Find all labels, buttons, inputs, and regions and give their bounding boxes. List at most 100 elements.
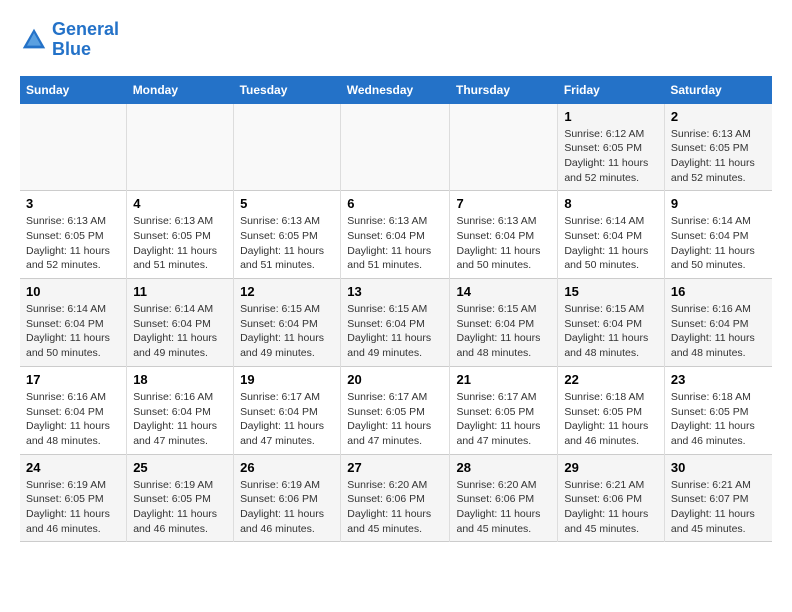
weekday-header: Tuesday — [234, 76, 341, 104]
calendar-day-cell: 18 Sunrise: 6:16 AM Sunset: 6:04 PM Dayli… — [127, 366, 234, 454]
day-info: Sunrise: 6:18 AM Sunset: 6:05 PM Dayligh… — [671, 390, 766, 449]
calendar-day-cell — [127, 104, 234, 191]
day-info: Sunrise: 6:16 AM Sunset: 6:04 PM Dayligh… — [26, 390, 120, 449]
day-info: Sunrise: 6:14 AM Sunset: 6:04 PM Dayligh… — [26, 302, 120, 361]
calendar-day-cell: 22 Sunrise: 6:18 AM Sunset: 6:05 PM Dayli… — [558, 366, 665, 454]
day-number: 16 — [671, 284, 766, 299]
calendar-week-row: 1 Sunrise: 6:12 AM Sunset: 6:05 PM Daylig… — [20, 104, 772, 191]
day-number: 24 — [26, 460, 120, 475]
day-number: 22 — [564, 372, 658, 387]
weekday-header: Monday — [127, 76, 234, 104]
day-number: 1 — [564, 109, 658, 124]
calendar-week-row: 17 Sunrise: 6:16 AM Sunset: 6:04 PM Dayli… — [20, 366, 772, 454]
calendar-day-cell: 7 Sunrise: 6:13 AM Sunset: 6:04 PM Daylig… — [450, 191, 558, 279]
calendar-day-cell — [234, 104, 341, 191]
day-info: Sunrise: 6:17 AM Sunset: 6:05 PM Dayligh… — [456, 390, 551, 449]
calendar-day-cell: 25 Sunrise: 6:19 AM Sunset: 6:05 PM Dayli… — [127, 454, 234, 542]
calendar-day-cell: 29 Sunrise: 6:21 AM Sunset: 6:06 PM Dayli… — [558, 454, 665, 542]
calendar-day-cell: 26 Sunrise: 6:19 AM Sunset: 6:06 PM Dayli… — [234, 454, 341, 542]
calendar-day-cell: 12 Sunrise: 6:15 AM Sunset: 6:04 PM Dayli… — [234, 279, 341, 367]
day-number: 25 — [133, 460, 227, 475]
weekday-header: Thursday — [450, 76, 558, 104]
calendar-day-cell — [450, 104, 558, 191]
day-number: 13 — [347, 284, 443, 299]
calendar-day-cell: 28 Sunrise: 6:20 AM Sunset: 6:06 PM Dayli… — [450, 454, 558, 542]
calendar-day-cell: 10 Sunrise: 6:14 AM Sunset: 6:04 PM Dayli… — [20, 279, 127, 367]
day-info: Sunrise: 6:15 AM Sunset: 6:04 PM Dayligh… — [347, 302, 443, 361]
calendar-day-cell: 1 Sunrise: 6:12 AM Sunset: 6:05 PM Daylig… — [558, 104, 665, 191]
day-number: 7 — [456, 196, 551, 211]
calendar-day-cell: 23 Sunrise: 6:18 AM Sunset: 6:05 PM Dayli… — [664, 366, 772, 454]
day-number: 17 — [26, 372, 120, 387]
day-number: 18 — [133, 372, 227, 387]
day-info: Sunrise: 6:19 AM Sunset: 6:05 PM Dayligh… — [133, 478, 227, 537]
day-info: Sunrise: 6:17 AM Sunset: 6:04 PM Dayligh… — [240, 390, 334, 449]
day-info: Sunrise: 6:16 AM Sunset: 6:04 PM Dayligh… — [133, 390, 227, 449]
calendar-week-row: 3 Sunrise: 6:13 AM Sunset: 6:05 PM Daylig… — [20, 191, 772, 279]
page-header: General Blue — [20, 20, 772, 60]
day-number: 4 — [133, 196, 227, 211]
calendar-day-cell: 15Sunrise: 6:15 AM Sunset: 6:04 PM Dayli… — [558, 279, 665, 367]
weekday-header-row: SundayMondayTuesdayWednesdayThursdayFrid… — [20, 76, 772, 104]
day-number: 26 — [240, 460, 334, 475]
calendar-day-cell — [341, 104, 450, 191]
day-number: 11 — [133, 284, 227, 299]
day-number: 23 — [671, 372, 766, 387]
day-info: Sunrise: 6:13 AM Sunset: 6:04 PM Dayligh… — [347, 214, 443, 273]
day-number: 10 — [26, 284, 120, 299]
calendar-week-row: 10 Sunrise: 6:14 AM Sunset: 6:04 PM Dayli… — [20, 279, 772, 367]
day-info: Sunrise: 6:13 AM Sunset: 6:05 PM Dayligh… — [240, 214, 334, 273]
calendar-day-cell: 16 Sunrise: 6:16 AM Sunset: 6:04 PM Dayli… — [664, 279, 772, 367]
day-info: Sunrise: 6:13 AM Sunset: 6:05 PM Dayligh… — [671, 127, 766, 186]
calendar-day-cell: 14 Sunrise: 6:15 AM Sunset: 6:04 PM Dayli… — [450, 279, 558, 367]
day-number: 20 — [347, 372, 443, 387]
day-info: Sunrise: 6:13 AM Sunset: 6:05 PM Dayligh… — [26, 214, 120, 273]
weekday-header: Wednesday — [341, 76, 450, 104]
calendar-day-cell: 19 Sunrise: 6:17 AM Sunset: 6:04 PM Dayli… — [234, 366, 341, 454]
calendar-day-cell: 27 Sunrise: 6:20 AM Sunset: 6:06 PM Dayli… — [341, 454, 450, 542]
calendar-day-cell: 9 Sunrise: 6:14 AM Sunset: 6:04 PM Daylig… — [664, 191, 772, 279]
day-number: 3 — [26, 196, 120, 211]
day-number: 8 — [564, 196, 658, 211]
day-info: Sunrise: 6:13 AM Sunset: 6:04 PM Dayligh… — [456, 214, 551, 273]
calendar-day-cell: 5 Sunrise: 6:13 AM Sunset: 6:05 PM Daylig… — [234, 191, 341, 279]
day-info: Sunrise: 6:18 AM Sunset: 6:05 PM Dayligh… — [564, 390, 658, 449]
calendar-day-cell: 6 Sunrise: 6:13 AM Sunset: 6:04 PM Daylig… — [341, 191, 450, 279]
day-number: 19 — [240, 372, 334, 387]
day-info: Sunrise: 6:19 AM Sunset: 6:05 PM Dayligh… — [26, 478, 120, 537]
day-info: Sunrise: 6:16 AM Sunset: 6:04 PM Dayligh… — [671, 302, 766, 361]
day-info: Sunrise: 6:14 AM Sunset: 6:04 PM Dayligh… — [671, 214, 766, 273]
day-number: 27 — [347, 460, 443, 475]
day-info: Sunrise: 6:12 AM Sunset: 6:05 PM Dayligh… — [564, 127, 658, 186]
calendar-day-cell: 4 Sunrise: 6:13 AM Sunset: 6:05 PM Daylig… — [127, 191, 234, 279]
day-info: Sunrise: 6:14 AM Sunset: 6:04 PM Dayligh… — [564, 214, 658, 273]
day-number: 9 — [671, 196, 766, 211]
day-number: 2 — [671, 109, 766, 124]
day-info: Sunrise: 6:14 AM Sunset: 6:04 PM Dayligh… — [133, 302, 227, 361]
day-number: 29 — [564, 460, 658, 475]
day-number: 5 — [240, 196, 334, 211]
day-info: Sunrise: 6:20 AM Sunset: 6:06 PM Dayligh… — [456, 478, 551, 537]
calendar-day-cell: 2 Sunrise: 6:13 AM Sunset: 6:05 PM Daylig… — [664, 104, 772, 191]
day-info: Sunrise: 6:13 AM Sunset: 6:05 PM Dayligh… — [133, 214, 227, 273]
day-number: 14 — [456, 284, 551, 299]
calendar-week-row: 24 Sunrise: 6:19 AM Sunset: 6:05 PM Dayli… — [20, 454, 772, 542]
day-info: Sunrise: 6:20 AM Sunset: 6:06 PM Dayligh… — [347, 478, 443, 537]
calendar-day-cell: 17 Sunrise: 6:16 AM Sunset: 6:04 PM Dayli… — [20, 366, 127, 454]
calendar-day-cell: 21Sunrise: 6:17 AM Sunset: 6:05 PM Dayli… — [450, 366, 558, 454]
day-info: Sunrise: 6:19 AM Sunset: 6:06 PM Dayligh… — [240, 478, 334, 537]
weekday-header: Saturday — [664, 76, 772, 104]
weekday-header: Friday — [558, 76, 665, 104]
weekday-header: Sunday — [20, 76, 127, 104]
logo: General Blue — [20, 20, 119, 60]
calendar-day-cell: 30Sunrise: 6:21 AM Sunset: 6:07 PM Dayli… — [664, 454, 772, 542]
day-info: Sunrise: 6:21 AM Sunset: 6:06 PM Dayligh… — [564, 478, 658, 537]
day-info: Sunrise: 6:15 AM Sunset: 6:04 PM Dayligh… — [240, 302, 334, 361]
calendar-day-cell: 20Sunrise: 6:17 AM Sunset: 6:05 PM Dayli… — [341, 366, 450, 454]
day-number: 12 — [240, 284, 334, 299]
calendar-day-cell: 24 Sunrise: 6:19 AM Sunset: 6:05 PM Dayli… — [20, 454, 127, 542]
day-info: Sunrise: 6:15 AM Sunset: 6:04 PM Dayligh… — [456, 302, 551, 361]
calendar-day-cell — [20, 104, 127, 191]
day-number: 28 — [456, 460, 551, 475]
day-number: 6 — [347, 196, 443, 211]
